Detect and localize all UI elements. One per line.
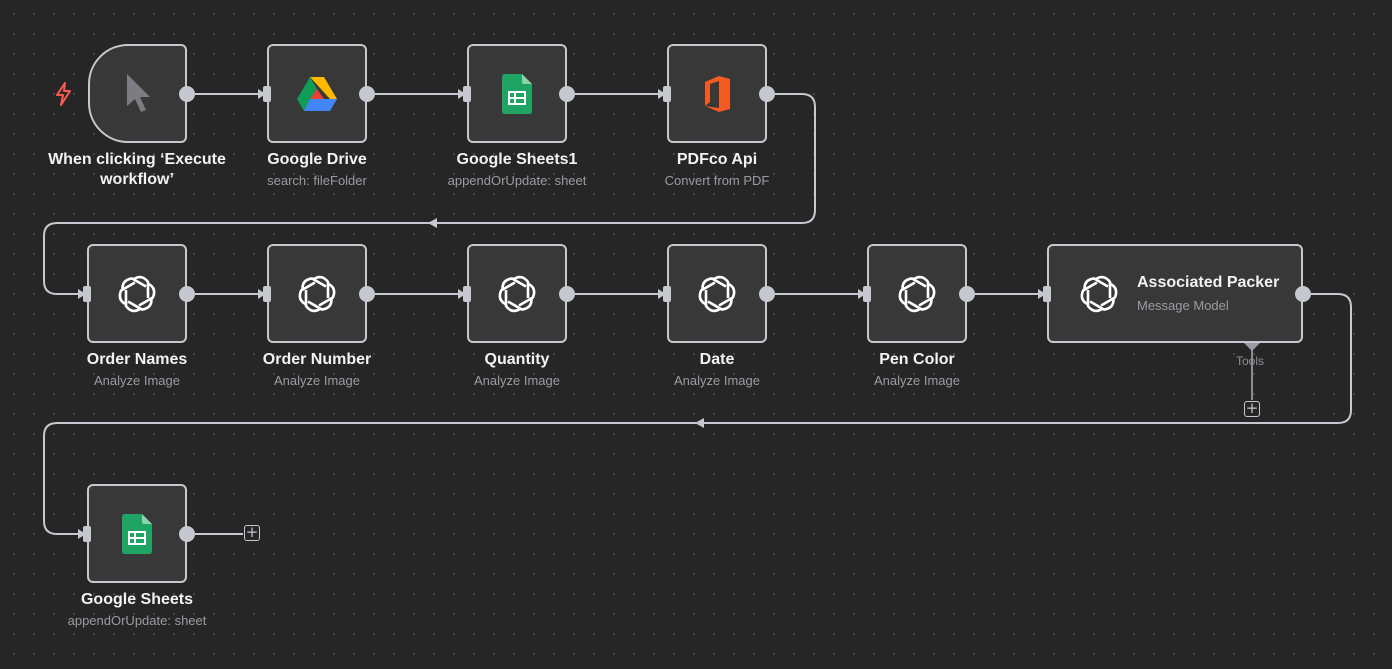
pdfco-icon xyxy=(705,75,730,112)
google-drive-icon xyxy=(297,76,337,111)
date-input-port[interactable] xyxy=(663,286,671,302)
associated-packer-text: Associated Packer Message Model xyxy=(1137,274,1279,313)
trigger-bolt-icon xyxy=(54,82,74,111)
node-date[interactable] xyxy=(667,244,767,343)
quantity-input-port[interactable] xyxy=(463,286,471,302)
pdfco-input-port[interactable] xyxy=(663,86,671,102)
packer-input-port[interactable] xyxy=(1043,286,1051,302)
google-sheets-icon xyxy=(502,73,532,114)
node-label-google-drive: Google Drive search: fileFolder xyxy=(267,151,367,188)
add-node-button[interactable]: + xyxy=(244,525,260,541)
ordernumber-input-port[interactable] xyxy=(263,286,271,302)
pdfco-output-port[interactable] xyxy=(759,86,775,102)
openai-icon xyxy=(117,274,157,313)
node-google-sheets[interactable] xyxy=(87,484,187,583)
associated-packer-subtitle: Message Model xyxy=(1137,298,1229,313)
node-pdfco-api[interactable] xyxy=(667,44,767,143)
openai-icon xyxy=(897,274,937,313)
ordernames-output-port[interactable] xyxy=(179,286,195,302)
pencolor-output-port[interactable] xyxy=(959,286,975,302)
openai-icon xyxy=(1079,274,1119,313)
node-quantity[interactable] xyxy=(467,244,567,343)
node-label-google-sheets: Google Sheets appendOrUpdate: sheet xyxy=(67,591,207,628)
openai-icon xyxy=(297,274,337,313)
node-order-names[interactable] xyxy=(87,244,187,343)
gdrive-output-port[interactable] xyxy=(359,86,375,102)
gsheets1-input-port[interactable] xyxy=(463,86,471,102)
quantity-output-port[interactable] xyxy=(559,286,575,302)
ordernumber-output-port[interactable] xyxy=(359,286,375,302)
ordernames-input-port[interactable] xyxy=(83,286,91,302)
node-google-sheets1[interactable] xyxy=(467,44,567,143)
gsheets-output-port[interactable] xyxy=(179,526,195,542)
gdrive-input-port[interactable] xyxy=(263,86,271,102)
node-label-order-number: Order Number Analyze Image xyxy=(262,351,372,388)
node-label-trigger: When clicking ‘Execute workflow’ xyxy=(48,151,226,188)
node-trigger[interactable] xyxy=(88,44,187,143)
trigger-output-port[interactable] xyxy=(179,86,195,102)
packer-output-port[interactable] xyxy=(1295,286,1311,302)
direction-arrow xyxy=(428,218,437,228)
node-google-drive[interactable] xyxy=(267,44,367,143)
gsheets1-output-port[interactable] xyxy=(559,86,575,102)
node-pen-color[interactable] xyxy=(867,244,967,343)
openai-icon xyxy=(497,274,537,313)
pencolor-input-port[interactable] xyxy=(863,286,871,302)
node-label-date: Date Analyze Image xyxy=(674,351,760,388)
node-label-pdfco-api: PDFco Api Convert from PDF xyxy=(664,151,770,188)
node-order-number[interactable] xyxy=(267,244,367,343)
direction-arrow xyxy=(695,418,704,428)
add-tool-button[interactable]: + xyxy=(1244,401,1260,417)
node-label-google-sheets1: Google Sheets1 appendOrUpdate: sheet xyxy=(447,151,587,188)
date-output-port[interactable] xyxy=(759,286,775,302)
openai-icon xyxy=(697,274,737,313)
node-label-quantity: Quantity Analyze Image xyxy=(474,351,560,388)
associated-packer-title: Associated Packer xyxy=(1137,274,1280,291)
node-associated-packer[interactable]: Associated Packer Message Model xyxy=(1047,244,1303,343)
tools-label: Tools xyxy=(1236,354,1265,368)
gsheets-input-port[interactable] xyxy=(83,526,91,542)
google-sheets-icon xyxy=(122,513,152,554)
node-label-pen-color: Pen Color Analyze Image xyxy=(874,351,960,388)
node-label-order-names: Order Names Analyze Image xyxy=(86,351,188,388)
cursor-icon xyxy=(126,73,150,112)
